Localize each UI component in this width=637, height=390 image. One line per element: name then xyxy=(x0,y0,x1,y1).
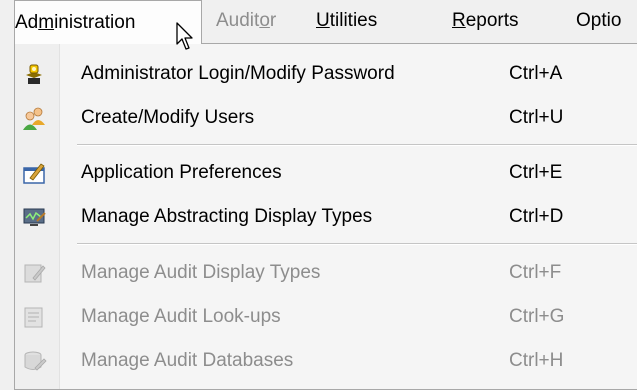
menu-separator xyxy=(77,243,637,245)
menu-reports-label: Reports xyxy=(452,10,519,31)
menu-item-label: Create/Modify Users xyxy=(81,107,255,128)
admin-key-icon xyxy=(26,64,42,84)
menu-item-label: Application Preferences xyxy=(81,162,282,183)
menu-item-shortcut: Ctrl+H xyxy=(509,350,564,371)
mouse-cursor-icon xyxy=(176,22,193,50)
preferences-icon xyxy=(23,163,45,184)
menu-item-shortcut: Ctrl+E xyxy=(509,162,563,183)
administration-dropdown-menu: Administrator Login/Modify Password Ctrl… xyxy=(14,43,637,390)
menu-item-label: Manage Abstracting Display Types xyxy=(81,206,373,227)
audit-databases-icon xyxy=(24,351,47,371)
menu-item-shortcut: Ctrl+G xyxy=(509,306,565,327)
menu-auditor-label: Auditor xyxy=(216,10,277,31)
menu-item-shortcut: Ctrl+F xyxy=(509,262,562,283)
menu-item-admin-login[interactable]: Administrator Login/Modify Password Ctrl… xyxy=(15,52,637,96)
menu-item-label: Administrator Login/Modify Password xyxy=(81,63,395,84)
menu-item-shortcut: Ctrl+U xyxy=(509,107,564,128)
menu-item-label: Manage Audit Look-ups xyxy=(81,306,281,327)
menu-item-application-preferences[interactable]: Application Preferences Ctrl+E xyxy=(15,151,637,195)
menu-separator xyxy=(77,144,637,146)
menu-bar: Administration Auditor Utilities Reports… xyxy=(0,0,637,44)
menu-administration-label: Administration xyxy=(15,11,136,33)
menu-item-label: Manage Audit Display Types xyxy=(81,262,321,283)
menu-item-shortcut: Ctrl+A xyxy=(509,63,563,84)
menu-options[interactable]: Optio xyxy=(576,0,621,42)
display-types-icon xyxy=(23,208,46,226)
audit-display-icon xyxy=(24,264,46,283)
menu-utilities[interactable]: Utilities xyxy=(316,0,377,42)
menu-item-shortcut: Ctrl+D xyxy=(509,206,564,227)
menu-item-manage-audit-lookups[interactable]: Manage Audit Look-ups Ctrl+G xyxy=(15,295,637,339)
audit-lookups-icon xyxy=(24,307,43,328)
menu-options-label: Optio xyxy=(576,10,622,31)
users-icon xyxy=(23,107,45,130)
menu-item-manage-audit-display-types[interactable]: Manage Audit Display Types Ctrl+F xyxy=(15,251,637,295)
menu-item-manage-abstracting-display-types[interactable]: Manage Abstracting Display Types Ctrl+D xyxy=(15,195,637,239)
menu-item-label: Manage Audit Databases xyxy=(81,350,294,371)
menu-reports[interactable]: Reports xyxy=(452,0,519,42)
menu-administration[interactable]: Administration xyxy=(14,0,202,44)
menu-auditor[interactable]: Auditor xyxy=(216,0,276,42)
menu-item-manage-audit-databases[interactable]: Manage Audit Databases Ctrl+H xyxy=(15,339,637,383)
menu-utilities-label: Utilities xyxy=(316,10,378,31)
menu-item-create-modify-users[interactable]: Create/Modify Users Ctrl+U xyxy=(15,96,637,140)
